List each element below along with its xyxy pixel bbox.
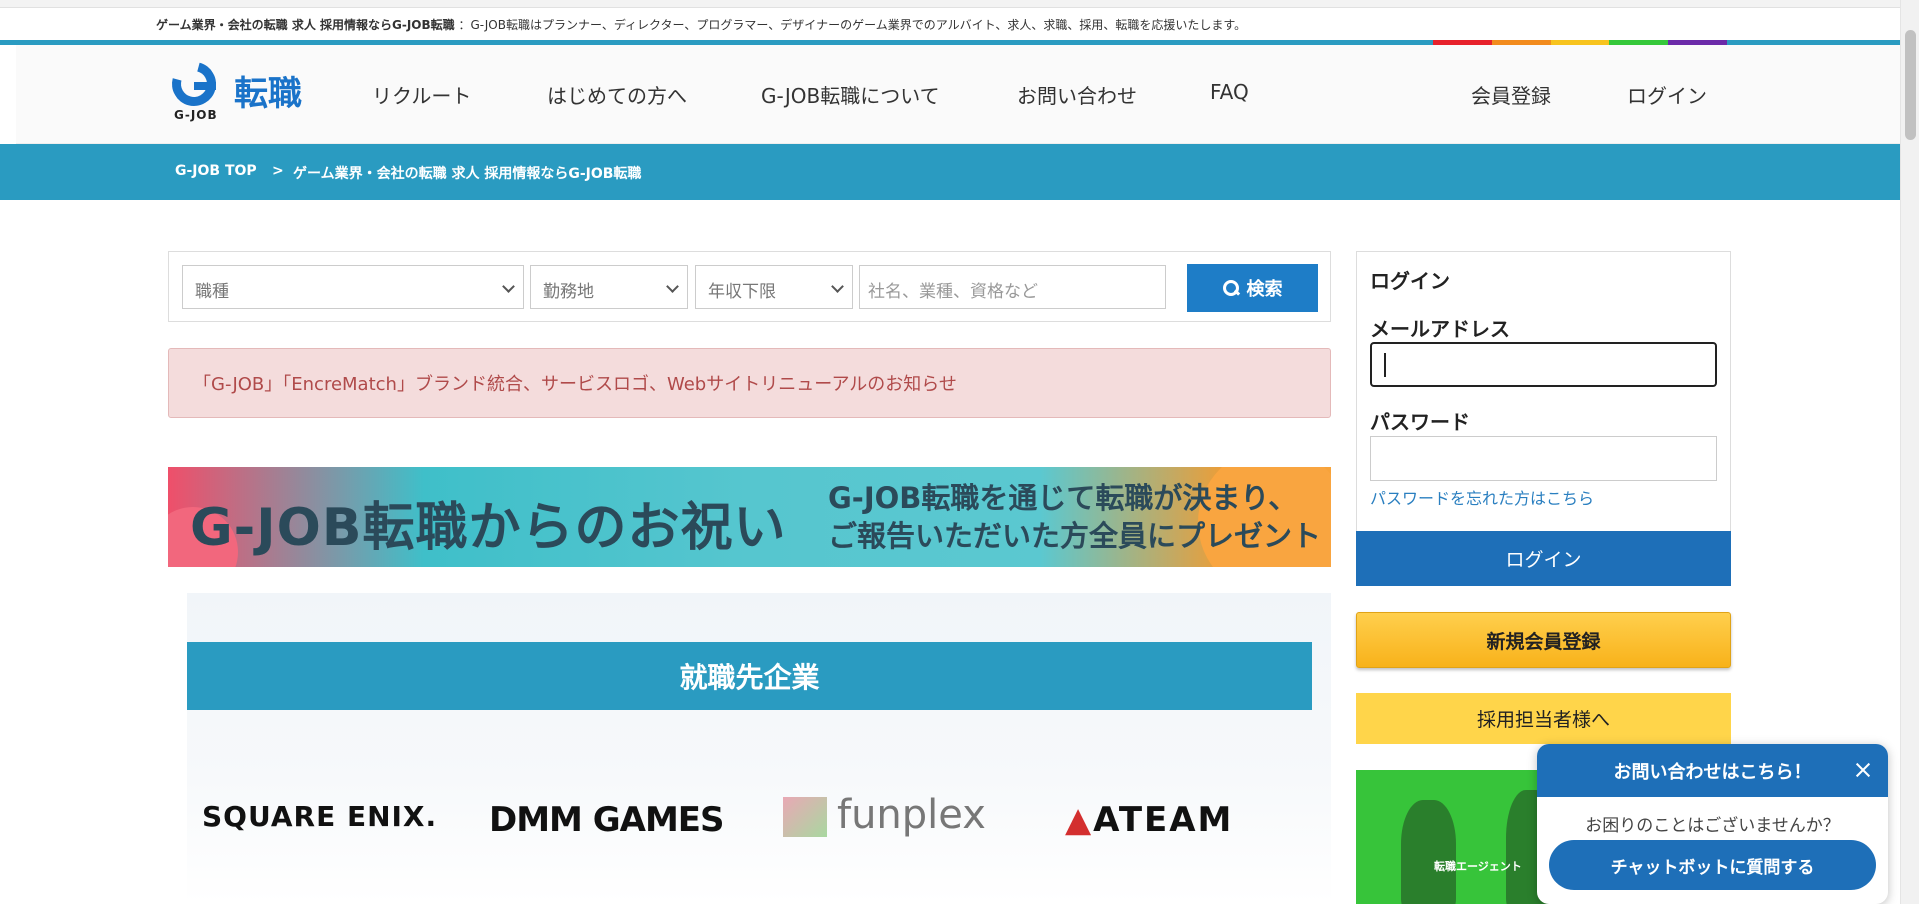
breadcrumb-separator: > bbox=[272, 163, 284, 179]
chevron-down-icon bbox=[831, 280, 844, 293]
page-scrollbar[interactable] bbox=[1900, 0, 1919, 904]
password-field[interactable] bbox=[1370, 436, 1717, 481]
logo-square-enix[interactable]: SQUARE ENIX. bbox=[202, 800, 437, 833]
chat-header: お問い合わせはこちら！ bbox=[1537, 744, 1888, 797]
keyword-input[interactable]: 社名、業種、資格など bbox=[859, 265, 1166, 309]
top-strip bbox=[0, 0, 1900, 8]
banner-line-2: ご報告いただいた方全員にプレゼント bbox=[828, 519, 1322, 553]
logo-text: 転職 bbox=[234, 74, 302, 114]
funplex-cube-icon bbox=[783, 797, 827, 837]
logo-funplex[interactable]: funplex bbox=[783, 792, 986, 838]
site-tagline: ゲーム業界・会社の転職 求人 採用情報ならG-JOB転職 ：G-JOB転職はプラ… bbox=[156, 16, 1246, 33]
new-register-button[interactable]: 新規会員登録 bbox=[1356, 612, 1731, 668]
renewal-notice[interactable]: 「G-JOB」「EncreMatch」ブランド統合、サービスロゴ、Webサイトリ… bbox=[168, 348, 1331, 418]
salary-value: 年収下限 bbox=[708, 282, 776, 302]
location-value: 勤務地 bbox=[543, 282, 594, 302]
chevron-down-icon bbox=[666, 280, 679, 293]
nav-register[interactable]: 会員登録 bbox=[1471, 80, 1551, 109]
breadcrumb-bar bbox=[0, 144, 1900, 200]
ateam-mark-icon: ▲ bbox=[1065, 800, 1094, 840]
nav-recruit[interactable]: リクルート bbox=[372, 80, 471, 109]
forgot-password-link[interactable]: パスワードを忘れた方はこちら bbox=[1370, 485, 1594, 509]
search-icon bbox=[1222, 280, 1239, 296]
keyword-placeholder: 社名、業種、資格など bbox=[868, 282, 1038, 302]
banner-title: G-JOB転職からのお祝い bbox=[190, 498, 787, 558]
search-form: 職種 勤務地 年収下限 社名、業種、資格など 検索 bbox=[168, 251, 1331, 322]
nav-login[interactable]: ログイン bbox=[1627, 80, 1707, 109]
chat-title: お問い合わせはこちら！ bbox=[1613, 761, 1812, 783]
site-logo[interactable]: G-JOB 転職 bbox=[163, 53, 312, 122]
logo-dmm-games[interactable]: DMM GAMES bbox=[489, 800, 724, 840]
companies-section bbox=[187, 593, 1331, 904]
email-field[interactable] bbox=[1370, 342, 1717, 387]
celebration-banner[interactable]: G-JOB転職からのお祝い G-JOB転職を通じて転職が決まり、 ご報告いただい… bbox=[168, 467, 1331, 567]
person-figure bbox=[1401, 800, 1456, 904]
nav-contact[interactable]: お問い合わせ bbox=[1017, 80, 1137, 109]
g-logo-bar bbox=[194, 82, 216, 90]
ateam-text: ATEAM bbox=[1093, 800, 1234, 840]
funplex-text: funplex bbox=[837, 792, 986, 838]
banner-line-1: G-JOB転職を通じて転職が決まり、 bbox=[828, 481, 1298, 515]
login-title: ログイン bbox=[1370, 269, 1450, 293]
chatbot-button[interactable]: チャットボットに質問する bbox=[1549, 840, 1876, 890]
tagline-text: ：G-JOB転職はプランナー、ディレクター、プログラマー、デザイナーのゲーム業界… bbox=[458, 18, 1247, 32]
chevron-down-icon bbox=[502, 280, 515, 293]
password-label: パスワード bbox=[1370, 410, 1470, 434]
nav-beginners[interactable]: はじめての方へ bbox=[547, 80, 687, 109]
location-select[interactable]: 勤務地 bbox=[530, 265, 688, 309]
nav-faq[interactable]: FAQ bbox=[1210, 80, 1249, 104]
job-type-value: 職種 bbox=[195, 282, 229, 302]
job-type-select[interactable]: 職種 bbox=[182, 265, 524, 309]
search-button-label: 検索 bbox=[1246, 279, 1283, 300]
breadcrumb-current: ゲーム業界・会社の転職 求人 採用情報ならG-JOB転職 bbox=[293, 166, 642, 182]
companies-title: 就職先企業 bbox=[187, 642, 1312, 710]
banner-subtitle: G-JOB転職を通じて転職が決まり、 ご報告いただいた方全員にプレゼント bbox=[828, 479, 1321, 555]
login-button[interactable]: ログイン bbox=[1356, 531, 1731, 586]
logo-sub: G-JOB bbox=[174, 108, 218, 122]
chat-question: お困りのことはございませんか？ bbox=[1585, 816, 1840, 836]
video-caption: 転職エージェント bbox=[1434, 860, 1522, 873]
scrollbar-thumb[interactable] bbox=[1905, 30, 1916, 140]
logo-ateam[interactable]: ▲ATEAM bbox=[1065, 800, 1233, 840]
chat-widget: お問い合わせはこちら！ お困りのことはございませんか？ チャットボットに質問する bbox=[1537, 744, 1888, 904]
nav-about[interactable]: G-JOB転職について bbox=[761, 80, 940, 109]
breadcrumb-home[interactable]: G-JOB TOP bbox=[175, 163, 257, 179]
text-caret bbox=[1384, 353, 1386, 377]
close-icon[interactable] bbox=[1854, 761, 1872, 779]
email-label: メールアドレス bbox=[1370, 317, 1510, 341]
tagline-bold: ゲーム業界・会社の転職 求人 採用情報ならG-JOB転職 bbox=[156, 18, 455, 32]
salary-select[interactable]: 年収下限 bbox=[695, 265, 853, 309]
recruiter-button[interactable]: 採用担当者様へ bbox=[1356, 693, 1731, 744]
search-button[interactable]: 検索 bbox=[1187, 264, 1318, 312]
